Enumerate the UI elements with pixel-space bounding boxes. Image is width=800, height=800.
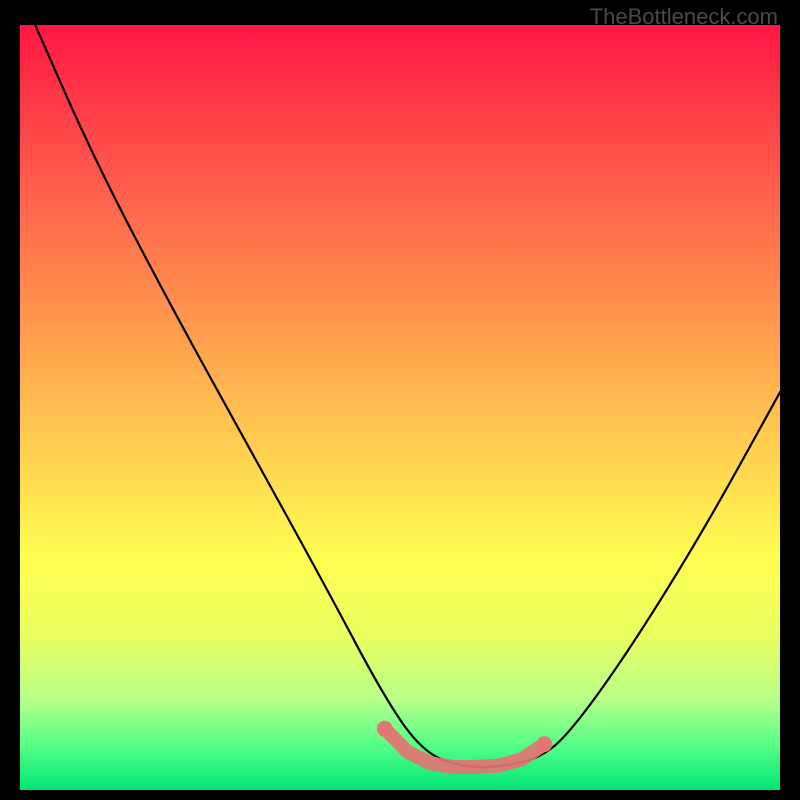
highlight-dot — [377, 721, 393, 737]
chart-svg — [20, 25, 780, 790]
chart-frame — [20, 25, 780, 790]
bottleneck-curve — [35, 25, 780, 767]
highlight-dot — [536, 736, 552, 752]
watermark-text: TheBottleneck.com — [590, 4, 778, 30]
highlight-markers — [377, 721, 553, 767]
highlight-stroke — [385, 729, 545, 767]
